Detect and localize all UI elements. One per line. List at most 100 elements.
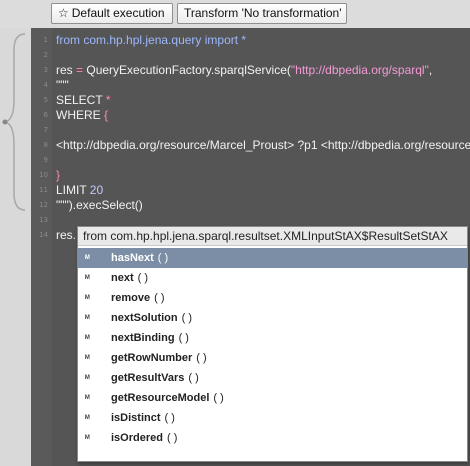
line-number: 9 xyxy=(43,156,48,164)
method-icon: ᴹ xyxy=(85,413,90,423)
method-name: getResourceModel( ) xyxy=(111,388,224,408)
default-execution-label: Default execution xyxy=(71,6,165,20)
code-token: QueryExecutionFactory.sparqlService( xyxy=(83,63,291,77)
autocomplete-item[interactable]: ᴹ nextBinding( ) xyxy=(78,328,467,348)
method-label: getResourceModel xyxy=(111,392,210,404)
code-token: """).execSelect() xyxy=(56,198,143,212)
autocomplete-header: from com.hp.hpl.jena.sparql.resultset.XM… xyxy=(78,227,467,246)
method-name: remove( ) xyxy=(111,288,165,308)
method-label: remove xyxy=(111,292,151,304)
autocomplete-item[interactable]: ᴹ next( ) xyxy=(78,268,467,288)
code-token: , xyxy=(428,63,433,77)
code-token: res xyxy=(56,63,77,77)
line-number: 2 xyxy=(43,51,48,59)
method-name: isDistinct( ) xyxy=(111,408,175,428)
method-icon: ᴹ xyxy=(85,273,90,283)
method-label: getResultVars xyxy=(111,372,185,384)
method-args: ( ) xyxy=(137,272,149,284)
code-token: * xyxy=(105,93,111,107)
code-line: } xyxy=(56,168,60,182)
code-line: res. xyxy=(56,228,76,242)
method-label: getRowNumber xyxy=(111,352,193,364)
method-icon: ᴹ xyxy=(85,333,90,343)
line-number: 8 xyxy=(43,141,48,149)
autocomplete-item[interactable]: ᴹ hasNext( ) xyxy=(78,248,467,268)
method-args: ( ) xyxy=(213,392,224,404)
method-icon: ᴹ xyxy=(85,393,90,403)
fold-brace-icon[interactable] xyxy=(0,28,31,466)
method-name: getResultVars( ) xyxy=(111,368,199,388)
code-token: } xyxy=(56,168,61,182)
code-token: 20 xyxy=(89,183,104,197)
method-args: ( ) xyxy=(178,332,189,344)
code-line: SELECT * xyxy=(56,93,110,107)
line-number: 3 xyxy=(43,66,48,74)
method-args: ( ) xyxy=(166,432,178,444)
code-line: WHERE { xyxy=(56,108,108,122)
method-name: getRowNumber( ) xyxy=(111,348,207,368)
autocomplete-item[interactable]: ᴹ nextSolution( ) xyxy=(78,308,467,328)
method-label: hasNext xyxy=(111,252,154,264)
line-number: 4 xyxy=(43,81,48,89)
line-number: 10 xyxy=(39,171,48,179)
toolbar: ☆ Default execution Transform 'No transfo… xyxy=(0,0,470,28)
line-number: 12 xyxy=(39,201,48,209)
method-icon: ᴹ xyxy=(85,433,90,443)
method-label: isOrdered xyxy=(111,432,163,444)
code-token: <http://dbpedia.org/resource/Marcel_Prou… xyxy=(56,138,470,152)
star-outline-icon: ☆ xyxy=(58,6,69,20)
transform-button[interactable]: Transform 'No transformation' xyxy=(177,3,347,24)
line-number: 7 xyxy=(43,126,48,134)
method-icon: ᴹ xyxy=(85,373,90,383)
method-args: ( ) xyxy=(181,312,192,324)
code-token: { xyxy=(104,108,109,122)
line-number: 13 xyxy=(39,216,48,224)
method-label: nextBinding xyxy=(111,332,175,344)
code-line: res = QueryExecutionFactory.sparqlServic… xyxy=(56,63,432,77)
code-line: LIMIT 20 xyxy=(56,183,103,197)
code-line: <http://dbpedia.org/resource/Marcel_Prou… xyxy=(56,138,470,152)
method-name: hasNext( ) xyxy=(111,248,168,268)
autocomplete-item[interactable]: ᴹ isDistinct( ) xyxy=(78,408,467,428)
code-line: """).execSelect() xyxy=(56,198,143,212)
code-token: WHERE xyxy=(56,108,104,122)
code-token: from com.hp.hpl.jena.query xyxy=(56,33,205,47)
method-args: ( ) xyxy=(164,412,175,424)
transform-label: Transform 'No transformation' xyxy=(184,6,342,20)
method-icon: ᴹ xyxy=(85,293,90,303)
method-label: isDistinct xyxy=(111,412,161,424)
line-number: 14 xyxy=(39,231,48,239)
line-number: 1 xyxy=(43,36,48,44)
code-line: from com.hp.hpl.jena.query import * xyxy=(56,33,246,47)
method-args: ( ) xyxy=(188,372,199,384)
code-token: SELECT xyxy=(56,93,106,107)
method-name: isOrdered( ) xyxy=(111,428,177,448)
method-name: nextBinding( ) xyxy=(111,328,189,348)
code-token: """ xyxy=(56,78,69,92)
method-args: ( ) xyxy=(154,292,165,304)
autocomplete-item[interactable]: ᴹ remove( ) xyxy=(78,288,467,308)
method-args: ( ) xyxy=(196,352,207,364)
line-number: 11 xyxy=(39,186,48,194)
method-icon: ᴹ xyxy=(85,313,90,323)
method-icon: ᴹ xyxy=(85,253,90,263)
code-line: """ xyxy=(56,78,69,92)
autocomplete-item[interactable]: ᴹ getResourceModel( ) xyxy=(78,388,467,408)
autocomplete-item[interactable]: ᴹ getRowNumber( ) xyxy=(78,348,467,368)
line-number-column: 1 2 3 4 5 6 7 8 9 10 11 12 13 14 xyxy=(31,28,52,466)
method-label: next xyxy=(111,272,134,284)
code-token: "http://dbpedia.org/sparql" xyxy=(290,63,429,77)
method-name: nextSolution( ) xyxy=(111,308,192,328)
autocomplete-popup: from com.hp.hpl.jena.sparql.resultset.XM… xyxy=(77,226,468,462)
fold-gutter xyxy=(0,28,31,466)
autocomplete-item[interactable]: ᴹ getResultVars( ) xyxy=(78,368,467,388)
method-label: nextSolution xyxy=(111,312,178,324)
code-token: LIMIT xyxy=(56,183,90,197)
code-token: = xyxy=(76,63,84,77)
method-args: ( ) xyxy=(157,252,169,264)
method-icon: ᴹ xyxy=(85,353,90,363)
line-number: 5 xyxy=(43,96,48,104)
method-name: next( ) xyxy=(111,268,148,288)
default-execution-button[interactable]: ☆ Default execution xyxy=(51,3,173,24)
autocomplete-item[interactable]: ᴹ isOrdered( ) xyxy=(78,428,467,448)
